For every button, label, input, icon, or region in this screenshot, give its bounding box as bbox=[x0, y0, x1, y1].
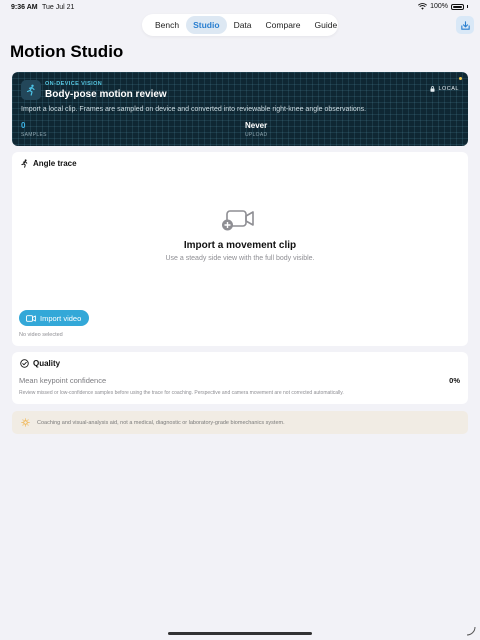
hero-card: ON-DEVICE VISION Body-pose motion review… bbox=[12, 72, 468, 146]
top-tab-bar: Bench Studio Data Compare Guide bbox=[142, 14, 338, 36]
sun-icon bbox=[21, 418, 30, 427]
stat-upload-label: UPLOAD bbox=[245, 132, 268, 138]
angle-trace-card: Angle trace Import a movement clip Use a… bbox=[12, 152, 468, 346]
video-status: No video selected bbox=[19, 332, 63, 338]
quality-note: Review missed or low-confidence samples … bbox=[19, 390, 344, 396]
stat-upload-value: Never bbox=[245, 121, 268, 130]
local-badge-label: LOCAL bbox=[438, 86, 459, 92]
lock-icon bbox=[430, 86, 435, 92]
quality-card: Quality Mean keypoint confidence 0% Revi… bbox=[12, 352, 468, 404]
angle-trace-header: Angle trace bbox=[20, 159, 77, 168]
empty-state-subtitle: Use a steady side view with the full bod… bbox=[165, 255, 315, 262]
stat-samples-label: SAMPLES bbox=[21, 132, 47, 138]
checkmark-seal-icon bbox=[20, 359, 29, 368]
running-figure-icon bbox=[21, 159, 28, 168]
empty-state-title: Import a movement clip bbox=[183, 240, 297, 251]
status-time: 9:36 AM bbox=[11, 4, 38, 11]
export-button[interactable] bbox=[456, 16, 474, 34]
stat-samples-value: 0 bbox=[21, 121, 26, 130]
quality-header: Quality bbox=[20, 359, 60, 368]
angle-trace-title: Angle trace bbox=[33, 159, 77, 168]
hero-description: Import a local clip. Frames are sampled … bbox=[21, 106, 367, 113]
confidence-label: Mean keypoint confidence bbox=[19, 376, 107, 385]
hero-eyebrow: ON-DEVICE VISION bbox=[45, 81, 103, 87]
home-indicator[interactable] bbox=[168, 632, 312, 635]
disclaimer-text: Coaching and visual-analysis aid, not a … bbox=[37, 419, 285, 426]
battery-percent: 100% bbox=[430, 3, 448, 10]
video-icon bbox=[26, 314, 36, 322]
tab-guide[interactable]: Guide bbox=[308, 16, 345, 34]
hero-title: Body-pose motion review bbox=[45, 89, 167, 100]
local-badge: LOCAL bbox=[430, 86, 459, 92]
resize-corner-icon bbox=[466, 626, 476, 636]
video-add-icon bbox=[222, 210, 254, 231]
running-figure-icon bbox=[21, 80, 41, 100]
wifi-icon bbox=[418, 3, 428, 10]
tab-compare[interactable]: Compare bbox=[259, 16, 308, 34]
confidence-value: 0% bbox=[449, 376, 460, 385]
battery-icon bbox=[451, 3, 464, 10]
status-right: 100% bbox=[418, 3, 468, 10]
tab-data[interactable]: Data bbox=[227, 16, 259, 34]
tray-download-icon bbox=[460, 20, 470, 30]
stat-upload: Never UPLOAD bbox=[245, 121, 267, 138]
stat-samples: 0 SAMPLES bbox=[21, 121, 47, 138]
battery-tip bbox=[467, 5, 468, 8]
quality-title: Quality bbox=[33, 359, 61, 368]
status-date: Tue Jul 21 bbox=[42, 4, 75, 11]
status-dot bbox=[459, 77, 462, 80]
tab-studio[interactable]: Studio bbox=[186, 16, 227, 34]
tab-bench[interactable]: Bench bbox=[148, 16, 186, 34]
import-video-label: Import video bbox=[40, 313, 82, 323]
disclaimer-banner: Coaching and visual-analysis aid, not a … bbox=[12, 411, 468, 434]
import-video-button[interactable]: Import video bbox=[19, 310, 90, 326]
page-title: Motion Studio bbox=[10, 42, 124, 61]
